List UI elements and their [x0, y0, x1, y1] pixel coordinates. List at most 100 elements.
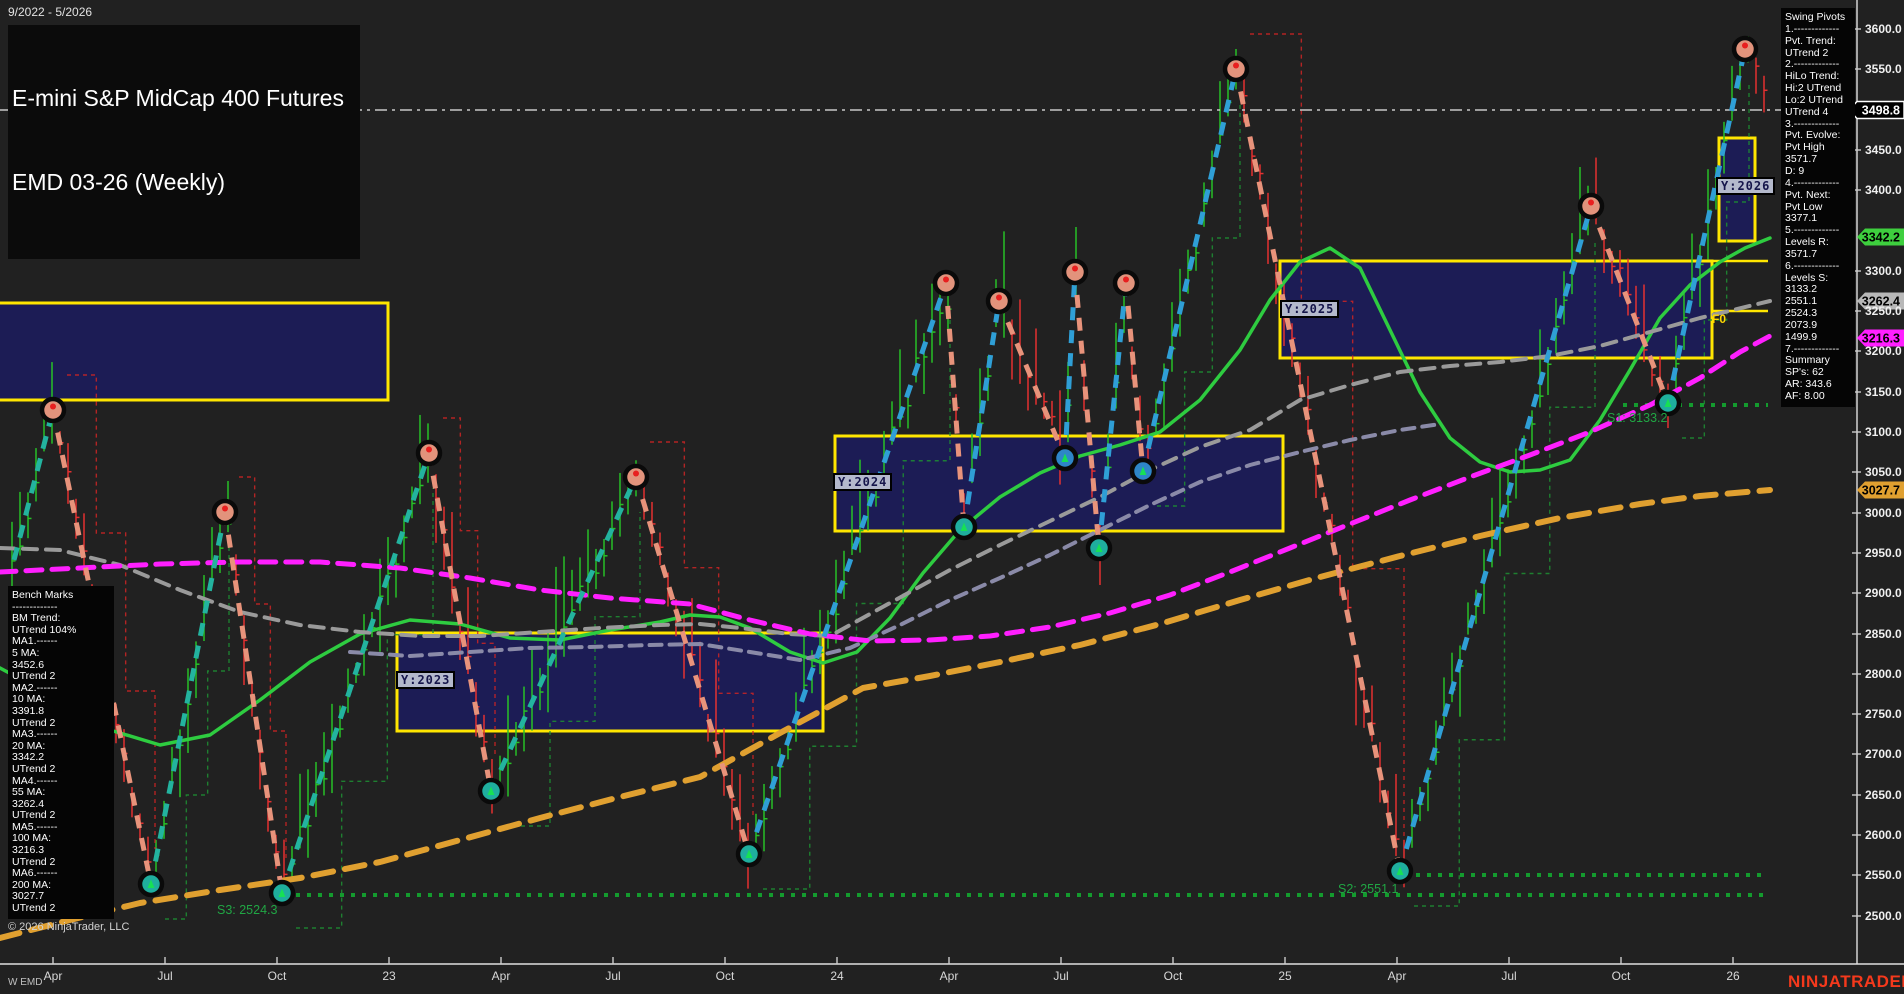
pivot-marker: [211, 498, 239, 526]
zigzag-leg-cyan: [746, 282, 949, 855]
date-range: 9/2022 - 5/2026: [8, 5, 93, 19]
zigzag-leg-salmon: [222, 511, 285, 894]
swing-pivots-panel: Swing Pivots 1.------------- Pvt. Trend: UT…: [1781, 8, 1855, 407]
pivot-high-dot: [943, 276, 949, 283]
pivot-high-dot: [996, 294, 1002, 301]
year-box-label: Y:2024: [833, 473, 893, 491]
time-tick-label: Oct: [1163, 969, 1183, 983]
time-tick-label: 25: [1278, 969, 1292, 983]
zigzag-leg-salmon: [996, 300, 1068, 459]
price-tick-label: 2550.0: [1865, 868, 1902, 882]
pivot-marker: [1731, 35, 1759, 63]
support-level-label: S3: 2524.3: [217, 903, 278, 917]
pivot-high-dot: [1072, 265, 1078, 272]
time-tick-label: Oct: [1611, 969, 1631, 983]
price-tick-label: 3000.0: [1865, 506, 1902, 520]
pivot-marker: [39, 396, 67, 424]
price-tick-label: 2750.0: [1865, 707, 1902, 721]
price-tick-label: 2900.0: [1865, 586, 1902, 600]
pivot-high-dot: [222, 505, 228, 512]
chart-title: E-mini S&P MidCap 400 Futures EMD 03-26 …: [8, 25, 360, 259]
swing-panel-line: 6.-------------: [1785, 259, 1840, 272]
pivot-marker: [1112, 269, 1140, 297]
bench-panel-line: Bench Marks: [12, 589, 74, 601]
swing-panel-line: 2073.9: [1785, 318, 1818, 331]
time-tick-label: Apr: [939, 969, 959, 983]
year-box-label: Y:2023: [396, 671, 456, 689]
time-tick-label: Apr: [43, 969, 63, 983]
pivot-marker: [622, 463, 650, 491]
pivot-marker: [415, 439, 443, 467]
price-tick-label: 2950.0: [1865, 546, 1902, 560]
time-tick-label: Jul: [1053, 969, 1069, 983]
price-tick-label: 3150.0: [1865, 385, 1902, 399]
support-level-label: S2: 2551.1: [1338, 882, 1399, 896]
bench-panel-line: 3391.8: [12, 704, 45, 717]
swing-panel-line: 1499.9: [1785, 330, 1818, 343]
pivot-marker: [985, 287, 1013, 315]
bench-marks-panel: Bench Marks ------------- BM Trend: UTrend …: [8, 586, 114, 919]
swing-panel-line: 1.-------------: [1785, 22, 1840, 35]
time-tick-label: Apr: [1387, 969, 1407, 983]
bench-panel-line: UTrend 2: [12, 762, 56, 775]
trail-step-line: [239, 476, 287, 858]
price-tick-label: 2850.0: [1865, 627, 1902, 641]
time-tick-label: 24: [830, 969, 844, 983]
price-marker-label-ma20: 3342.2: [1862, 231, 1900, 245]
price-tick-label: 3250.0: [1865, 304, 1902, 318]
zigzag-leg-teal: [11, 409, 56, 561]
price-tick-label: 3050.0: [1865, 465, 1902, 479]
pivot-marker: [1061, 258, 1089, 286]
swing-panel-line: Pvt. Next:: [1785, 188, 1831, 201]
chart-window: 3498.8 3342.2 3262.4 3216.3 3027.7 9/2022 - …: [0, 0, 1904, 994]
price-tick-label: 3550.0: [1865, 62, 1902, 76]
price-tick-label: 2700.0: [1865, 747, 1902, 761]
bench-panel-line: 5 MA:: [12, 646, 40, 659]
ninjatrader-logo: NINJATRADER: [1788, 972, 1904, 991]
price-tick-label: 3450.0: [1865, 143, 1902, 157]
trail-step-line: [763, 318, 951, 890]
price-tick-label: 3400.0: [1865, 183, 1902, 197]
bench-panel-line: MA3.------: [12, 728, 58, 741]
pivot-high-dot: [1588, 199, 1594, 206]
swing-panel-line: AF: 8.00: [1785, 390, 1825, 402]
pivot-high-dot: [426, 446, 432, 453]
bench-panel-line: 3216.3: [12, 844, 45, 857]
pivot-high-dot: [1742, 42, 1748, 49]
swing-panel-line: UTrend 4: [1785, 105, 1829, 118]
price-tick-label: 3300.0: [1865, 264, 1902, 278]
copyright-text: © 2026 NinjaTrader, LLC: [8, 921, 130, 933]
year-box-label: Y:2026: [1716, 177, 1776, 195]
price-tick-label: 2500.0: [1865, 909, 1902, 923]
time-tick-label: Jul: [605, 969, 621, 983]
time-tick-label: Jul: [157, 969, 173, 983]
swing-panel-line: 4.-------------: [1785, 176, 1840, 189]
pivot-high-dot: [633, 470, 639, 477]
year-box-label: Y:2025: [1280, 300, 1340, 318]
zigzag-leg-teal: [148, 511, 228, 885]
pivot-marker: [1222, 55, 1250, 83]
swing-panel-line: Lo:2 UTrend: [1785, 93, 1843, 106]
swing-panel-line: 3571.7: [1785, 247, 1818, 260]
pivot-marker: [932, 269, 960, 297]
pivot-high-dot: [50, 403, 56, 410]
instrument-tab[interactable]: W EMD: [8, 977, 42, 988]
support-level-label: S1: 3133.2: [1607, 411, 1668, 425]
price-marker-label-ma200: 3027.7: [1862, 484, 1900, 498]
bench-panel-line: UTrend 2: [12, 902, 56, 915]
price-tick-label: 2800.0: [1865, 667, 1902, 681]
year-range-box: [0, 301, 390, 402]
time-tick-label: Apr: [491, 969, 511, 983]
zigzag-leg-cyan: [1062, 271, 1078, 459]
trail-step-line: [650, 441, 754, 819]
pivot-high-dot: [1233, 62, 1239, 69]
chart-title-line1: E-mini S&P MidCap 400 Futures: [12, 85, 344, 111]
f0-pivot-label: F0: [1712, 312, 1727, 326]
bench-panel-line: 55 MA:: [12, 786, 46, 799]
swing-panel-line: Pvt. Trend:: [1785, 34, 1836, 47]
price-tick-label: 2650.0: [1865, 788, 1902, 802]
price-tick-label: 3100.0: [1865, 425, 1902, 439]
pivot-high-dot: [1123, 276, 1129, 283]
price-tick-label: 3200.0: [1865, 344, 1902, 358]
time-tick-label: Oct: [267, 969, 287, 983]
